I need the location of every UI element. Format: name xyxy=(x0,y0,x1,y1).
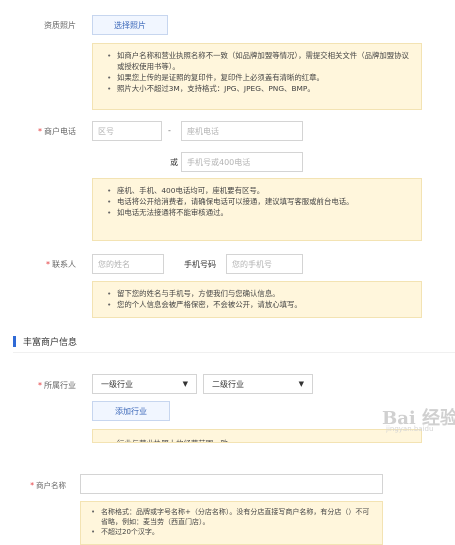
contact-mobile-input[interactable]: 您的手机号 xyxy=(226,254,303,274)
industry-notes: 行业与营业执照上的经营范围一致 xyxy=(92,429,422,443)
section-accent-bar xyxy=(13,336,16,347)
note-item: 您的个人信息会被严格保密，不会被公开，请放心填写。 xyxy=(107,299,411,310)
note-item: 如电话无法接通将不能审核通过。 xyxy=(107,207,411,218)
mobile-label: 手机号码 xyxy=(184,260,216,269)
contact-label: * 联系人 xyxy=(20,259,76,270)
merchant-name-input[interactable] xyxy=(80,474,383,494)
industry-level2-value: 二级行业 xyxy=(212,379,244,389)
note-item: 如商户名称和营业执照名称不一致（如品牌加盟等情况），需提交相关文件（品牌加盟协议… xyxy=(107,50,411,72)
contact-name-input[interactable]: 您的姓名 xyxy=(92,254,164,274)
industry-level1-select[interactable]: 一级行业 ▼ xyxy=(92,374,197,394)
or-text: 或 xyxy=(170,158,178,167)
qualification-label: 资质照片 xyxy=(44,21,76,30)
merchant-notes: 名称格式：品牌或字号名称+（分店名称）。没有分店直接写商户名称，有分店（）不可省… xyxy=(80,501,383,545)
industry-level2-select[interactable]: 二级行业 ▼ xyxy=(203,374,313,394)
contact-label-text: 联系人 xyxy=(52,260,76,269)
section-divider xyxy=(13,352,455,353)
merchant-label-text: 商户名称 xyxy=(36,481,66,490)
note-item: 座机、手机、400电话均可，座机要有区号。 xyxy=(107,185,411,196)
add-industry-button[interactable]: 添加行业 xyxy=(92,401,170,421)
qualification-notes: 如商户名称和营业执照名称不一致（如品牌加盟等情况），需提交相关文件（品牌加盟协议… xyxy=(92,43,422,110)
industry-label-text: 所属行业 xyxy=(44,381,76,390)
required-mark: * xyxy=(38,127,42,136)
merchant-label: * 商户名称 xyxy=(6,480,66,491)
required-mark: * xyxy=(30,481,34,490)
required-mark: * xyxy=(46,260,50,269)
chevron-down-icon: ▼ xyxy=(298,380,304,388)
crop-gap xyxy=(0,443,455,470)
note-item: 如果您上传的是证照的复印件，复印件上必须盖有清晰的红章。 xyxy=(107,72,411,83)
note-item: 不超过20个汉字。 xyxy=(91,527,374,537)
industry-label: * 所属行业 xyxy=(20,380,76,391)
dash-separator: - xyxy=(168,126,171,135)
chevron-down-icon: ▼ xyxy=(182,380,188,388)
area-code-input[interactable]: 区号 xyxy=(92,121,162,141)
landline-input[interactable]: 座机电话 xyxy=(181,121,303,141)
industry-level1-value: 一级行业 xyxy=(101,379,133,389)
note-item: 留下您的姓名与手机号，方便我们与您确认信息。 xyxy=(107,288,411,299)
section-title-text: 丰富商户信息 xyxy=(23,338,78,348)
note-item: 照片大小不超过3M，支持格式：JPG、JPEG、PNG、BMP。 xyxy=(107,83,411,94)
phone-label-text: 商户电话 xyxy=(44,127,76,136)
section-title: 丰富商户信息 xyxy=(13,335,77,348)
select-photo-button[interactable]: 选择照片 xyxy=(92,15,168,35)
watermark-sub: jingyan.baidu xyxy=(386,425,434,433)
note-item: 电话将公开给消费者，请确保电话可以接通，建议填写客服或前台电话。 xyxy=(107,196,411,207)
phone-label: * 商户电话 xyxy=(20,126,76,137)
note-item: 名称格式：品牌或字号名称+（分店名称）。没有分店直接写商户名称，有分店（）不可省… xyxy=(91,507,374,527)
contact-notes: 留下您的姓名与手机号，方便我们与您确认信息。 您的个人信息会被严格保密，不会被公… xyxy=(92,281,422,318)
phone-notes: 座机、手机、400电话均可，座机要有区号。 电话将公开给消费者，请确保电话可以接… xyxy=(92,178,422,241)
required-mark: * xyxy=(38,381,42,390)
note-item-cut: 行业与营业执照上的经营范围一致 xyxy=(93,430,421,442)
mobile-or-400-input[interactable]: 手机号或400电话 xyxy=(181,152,303,172)
